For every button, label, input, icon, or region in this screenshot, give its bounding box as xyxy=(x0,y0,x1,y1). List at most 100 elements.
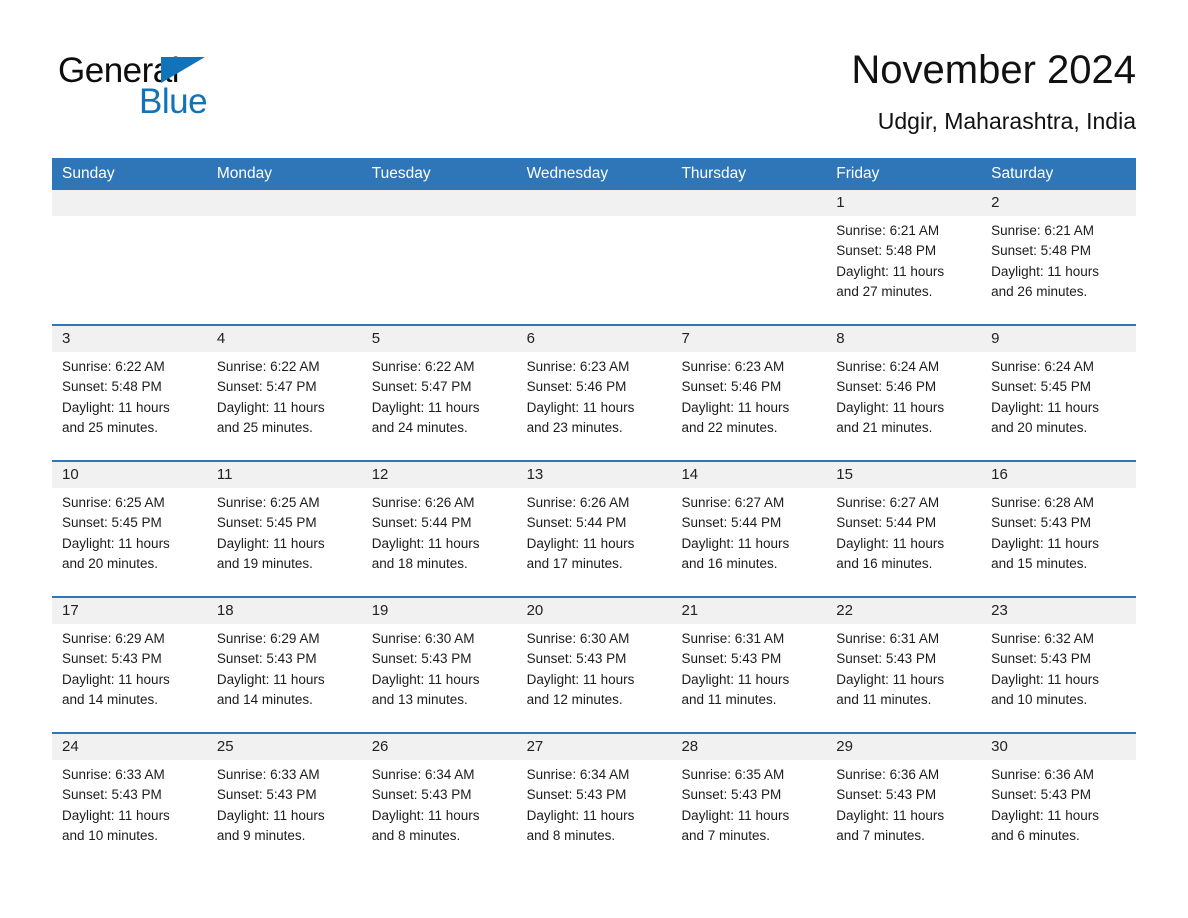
sunset-text: Sunset: 5:43 PM xyxy=(991,787,1091,803)
day-cell[interactable]: 30 Sunrise: 6:36 AM Sunset: 5:43 PM Dayl… xyxy=(981,734,1137,868)
day-cell[interactable] xyxy=(206,190,362,324)
day-cell[interactable]: 6 Sunrise: 6:23 AM Sunset: 5:46 PM Dayli… xyxy=(516,326,672,460)
day-cell[interactable]: 3 Sunrise: 6:22 AM Sunset: 5:48 PM Dayli… xyxy=(52,326,207,460)
day-cell[interactable]: 16 Sunrise: 6:28 AM Sunset: 5:43 PM Dayl… xyxy=(981,462,1137,596)
day-cell[interactable]: 22 Sunrise: 6:31 AM Sunset: 5:43 PM Dayl… xyxy=(826,598,982,732)
week-row: 1 Sunrise: 6:21 AM Sunset: 5:48 PM Dayli… xyxy=(52,190,1137,324)
day-cell[interactable]: 14 Sunrise: 6:27 AM Sunset: 5:44 PM Dayl… xyxy=(671,462,827,596)
week-row: 24 Sunrise: 6:33 AM Sunset: 5:43 PM Dayl… xyxy=(52,732,1137,868)
day-cell[interactable]: 25 Sunrise: 6:33 AM Sunset: 5:43 PM Dayl… xyxy=(206,734,362,868)
day-cell[interactable]: 18 Sunrise: 6:29 AM Sunset: 5:43 PM Dayl… xyxy=(206,598,362,732)
day-cell[interactable]: 29 Sunrise: 6:36 AM Sunset: 5:43 PM Dayl… xyxy=(826,734,982,868)
day-cell[interactable]: 5 Sunrise: 6:22 AM Sunset: 5:47 PM Dayli… xyxy=(361,326,517,460)
day-cell[interactable]: 7 Sunrise: 6:23 AM Sunset: 5:46 PM Dayli… xyxy=(671,326,827,460)
day-cell[interactable]: 28 Sunrise: 6:35 AM Sunset: 5:43 PM Dayl… xyxy=(671,734,827,868)
day-cell[interactable] xyxy=(671,190,827,324)
day-cell[interactable] xyxy=(52,190,207,324)
day-number: 23 xyxy=(981,598,1137,624)
day-cell[interactable]: 24 Sunrise: 6:33 AM Sunset: 5:43 PM Dayl… xyxy=(52,734,207,868)
generalblue-logo[interactable]: General Blue xyxy=(58,52,318,132)
day-details: Sunrise: 6:25 AM Sunset: 5:45 PM Dayligh… xyxy=(52,488,207,574)
day-number xyxy=(52,190,207,216)
day-cell[interactable]: 20 Sunrise: 6:30 AM Sunset: 5:43 PM Dayl… xyxy=(516,598,672,732)
day-cell[interactable]: 19 Sunrise: 6:30 AM Sunset: 5:43 PM Dayl… xyxy=(361,598,517,732)
day-details xyxy=(517,216,672,221)
sunset-text: Sunset: 5:47 PM xyxy=(216,379,317,395)
daylight-text-cont: and 17 minutes. xyxy=(526,555,623,571)
sunset-text: Sunset: 5:45 PM xyxy=(991,379,1091,395)
day-number: 2 xyxy=(981,190,1137,216)
day-cell[interactable]: 13 Sunrise: 6:26 AM Sunset: 5:44 PM Dayl… xyxy=(516,462,672,596)
daylight-text: Daylight: 11 hours xyxy=(681,535,790,551)
sunset-text: Sunset: 5:43 PM xyxy=(526,787,627,803)
day-details: Sunrise: 6:36 AM Sunset: 5:43 PM Dayligh… xyxy=(981,760,1136,846)
daylight-text: Daylight: 11 hours xyxy=(991,535,1099,551)
sunset-text: Sunset: 5:43 PM xyxy=(216,651,317,667)
day-details: Sunrise: 6:24 AM Sunset: 5:45 PM Dayligh… xyxy=(981,352,1136,438)
daylight-text-cont: and 13 minutes. xyxy=(371,691,468,707)
day-number xyxy=(361,190,517,216)
sunrise-text: Sunrise: 6:22 AM xyxy=(62,359,165,374)
daylight-text-cont: and 14 minutes. xyxy=(62,691,159,707)
day-cell[interactable]: 23 Sunrise: 6:32 AM Sunset: 5:43 PM Dayl… xyxy=(981,598,1137,732)
day-number: 17 xyxy=(52,598,207,624)
weekday-header-saturday: Saturday xyxy=(991,165,1054,182)
daylight-text: Daylight: 11 hours xyxy=(836,535,945,551)
day-number: 1 xyxy=(826,190,982,216)
day-number: 22 xyxy=(826,598,982,624)
daylight-text-cont: and 14 minutes. xyxy=(216,691,313,707)
sunset-text: Sunset: 5:43 PM xyxy=(371,651,472,667)
daylight-text: Daylight: 11 hours xyxy=(836,671,945,687)
daylight-text-cont: and 7 minutes. xyxy=(836,827,925,843)
day-number: 16 xyxy=(981,462,1137,488)
day-details: Sunrise: 6:26 AM Sunset: 5:44 PM Dayligh… xyxy=(362,488,517,574)
daylight-text: Daylight: 11 hours xyxy=(836,807,945,823)
day-details xyxy=(52,216,207,221)
day-cell[interactable]: 21 Sunrise: 6:31 AM Sunset: 5:43 PM Dayl… xyxy=(671,598,827,732)
sunset-text: Sunset: 5:43 PM xyxy=(681,651,782,667)
day-details: Sunrise: 6:30 AM Sunset: 5:43 PM Dayligh… xyxy=(362,624,517,710)
daylight-text-cont: and 15 minutes. xyxy=(991,555,1088,571)
day-number: 5 xyxy=(361,326,517,352)
day-details: Sunrise: 6:22 AM Sunset: 5:47 PM Dayligh… xyxy=(362,352,517,438)
day-cell[interactable]: 11 Sunrise: 6:25 AM Sunset: 5:45 PM Dayl… xyxy=(206,462,362,596)
day-cell[interactable]: 17 Sunrise: 6:29 AM Sunset: 5:43 PM Dayl… xyxy=(52,598,207,732)
day-cell[interactable]: 4 Sunrise: 6:22 AM Sunset: 5:47 PM Dayli… xyxy=(206,326,362,460)
daylight-text-cont: and 11 minutes. xyxy=(681,691,777,707)
day-number: 8 xyxy=(826,326,982,352)
sunset-text: Sunset: 5:48 PM xyxy=(62,379,162,395)
page-subtitle: Udgir, Maharashtra, India xyxy=(877,108,1136,134)
daylight-text: Daylight: 11 hours xyxy=(216,807,325,823)
day-details: Sunrise: 6:23 AM Sunset: 5:46 PM Dayligh… xyxy=(671,352,826,438)
day-number: 24 xyxy=(52,734,207,760)
day-cell[interactable]: 2 Sunrise: 6:21 AM Sunset: 5:48 PM Dayli… xyxy=(981,190,1137,324)
daylight-text: Daylight: 11 hours xyxy=(991,263,1099,279)
day-cell[interactable]: 12 Sunrise: 6:26 AM Sunset: 5:44 PM Dayl… xyxy=(361,462,517,596)
sunset-text: Sunset: 5:45 PM xyxy=(216,515,317,531)
day-number: 4 xyxy=(206,326,362,352)
day-cell[interactable] xyxy=(516,190,672,324)
sunrise-text: Sunrise: 6:34 AM xyxy=(526,767,630,782)
day-cell[interactable] xyxy=(361,190,517,324)
day-cell[interactable]: 26 Sunrise: 6:34 AM Sunset: 5:43 PM Dayl… xyxy=(361,734,517,868)
daylight-text-cont: and 20 minutes. xyxy=(62,555,159,571)
daylight-text: Daylight: 11 hours xyxy=(371,399,480,415)
day-cell[interactable]: 1 Sunrise: 6:21 AM Sunset: 5:48 PM Dayli… xyxy=(826,190,982,324)
calendar-grid: Sunday Monday Tuesday Wednesday Thursday… xyxy=(52,158,1137,868)
daylight-text: Daylight: 11 hours xyxy=(216,399,325,415)
weekday-header-friday: Friday xyxy=(836,165,880,182)
sunrise-text: Sunrise: 6:36 AM xyxy=(836,767,940,782)
sunrise-text: Sunrise: 6:23 AM xyxy=(681,359,785,374)
triangle-flag-icon xyxy=(161,57,205,83)
day-details: Sunrise: 6:22 AM Sunset: 5:48 PM Dayligh… xyxy=(52,352,207,438)
day-details: Sunrise: 6:26 AM Sunset: 5:44 PM Dayligh… xyxy=(517,488,672,574)
day-cell[interactable]: 9 Sunrise: 6:24 AM Sunset: 5:45 PM Dayli… xyxy=(981,326,1137,460)
day-cell[interactable]: 8 Sunrise: 6:24 AM Sunset: 5:46 PM Dayli… xyxy=(826,326,982,460)
sunset-text: Sunset: 5:46 PM xyxy=(526,379,627,395)
day-cell[interactable]: 10 Sunrise: 6:25 AM Sunset: 5:45 PM Dayl… xyxy=(52,462,207,596)
day-cell[interactable]: 15 Sunrise: 6:27 AM Sunset: 5:44 PM Dayl… xyxy=(826,462,982,596)
daylight-text-cont: and 16 minutes. xyxy=(836,555,933,571)
day-cell[interactable]: 27 Sunrise: 6:34 AM Sunset: 5:43 PM Dayl… xyxy=(516,734,672,868)
day-details: Sunrise: 6:32 AM Sunset: 5:43 PM Dayligh… xyxy=(981,624,1136,710)
sunset-text: Sunset: 5:43 PM xyxy=(991,515,1091,531)
